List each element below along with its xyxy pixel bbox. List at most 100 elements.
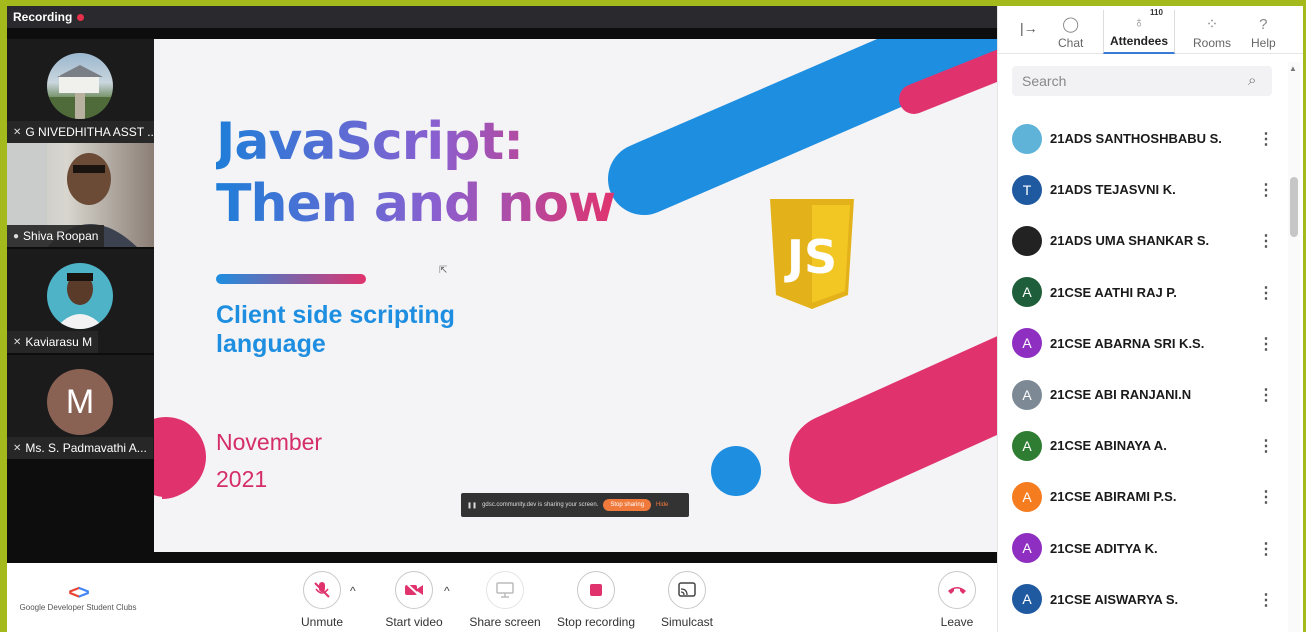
more-options-icon[interactable]: ⋮ [1258, 334, 1274, 354]
unmute-button[interactable]: Unmute [277, 571, 367, 629]
attendee-scrollbar[interactable]: ▲ [1288, 62, 1300, 632]
mic-off-icon [303, 571, 341, 609]
mic-on-icon: ● [13, 230, 20, 242]
stop-sharing-button[interactable]: Stop sharing [603, 499, 652, 511]
slide-title-line2: Then and now [216, 174, 616, 234]
tab-chat[interactable]: ◯ Chat [1058, 10, 1083, 54]
attendee-avatar: A [1012, 584, 1042, 615]
attendee-name: 21CSE ADITYA K. [1050, 540, 1158, 556]
participant-avatar [47, 263, 113, 329]
javascript-logo-text: JS [784, 230, 837, 284]
attendee-name: 21ADS TEJASVNI K. [1050, 182, 1176, 198]
attendee-row[interactable]: 21ADS SANTHOSHBABU S. ⋮ [998, 113, 1288, 164]
attendee-row[interactable]: A 21CSE AISWARYA S. ⋮ [998, 574, 1288, 625]
slide-date: November 2021 [216, 424, 322, 498]
person-icon: ♁ [1133, 14, 1145, 31]
screen-share-notice: ❚❚ gdsc.community.dev is sharing your sc… [461, 493, 689, 517]
attendee-name: 21CSE ABI RANJANI.N [1050, 387, 1192, 403]
participant-name-tag: ✕ G NIVEDHITHA ASST ... [7, 121, 155, 143]
mouse-cursor-icon: ⇱ [439, 265, 448, 276]
attendee-avatar [1012, 225, 1042, 256]
tab-help[interactable]: ? Help [1251, 10, 1276, 54]
mic-muted-icon: ✕ [13, 442, 22, 454]
participant-tile[interactable]: ✕ G NIVEDHITHA ASST ... [7, 39, 155, 143]
video-options-chevron-icon[interactable]: ^ [444, 584, 450, 598]
hide-notice-link[interactable]: Hide [656, 502, 668, 508]
attendee-row[interactable]: 21ADS UMA SHANKAR S. ⋮ [998, 215, 1288, 266]
participant-avatar [47, 53, 113, 119]
participant-name: Shiva Roopan [23, 229, 99, 243]
meeting-toolbar: <> Google Developer Student Clubs Unmute… [7, 563, 997, 632]
recording-dot-icon [77, 13, 85, 21]
stop-recording-label: Stop recording [556, 615, 636, 629]
participant-name: G NIVEDHITHA ASST ... [25, 125, 155, 139]
leave-button[interactable]: Leave [912, 571, 1002, 629]
more-options-icon[interactable]: ⋮ [1258, 231, 1274, 251]
stop-recording-button[interactable]: Stop recording [551, 571, 641, 629]
attendee-count-badge: 110 [1150, 8, 1163, 17]
slide-subtitle: Client side scripting language [216, 301, 455, 358]
hang-up-icon [938, 571, 976, 609]
share-screen-button[interactable]: Share screen [460, 571, 550, 629]
participant-name: Kaviarasu M [25, 335, 93, 349]
attendee-avatar [1012, 123, 1042, 154]
more-options-icon[interactable]: ⋮ [1258, 539, 1274, 559]
attendee-avatar: A [1012, 430, 1042, 461]
attendee-row[interactable]: A 21CSE ABIRAMI P.S. ⋮ [998, 471, 1288, 522]
participant-name-tag: ● Shiva Roopan [7, 225, 105, 247]
side-panel: |→ ◯ Chat ♁ 110 Attendees ⁘ Rooms ? Help… [997, 6, 1303, 632]
gdsc-logo-icon: <> [68, 582, 89, 604]
javascript-logo: JS [770, 199, 854, 309]
attendee-avatar: T [1012, 174, 1042, 205]
tab-rooms-label: Rooms [1193, 36, 1232, 50]
attendee-name: 21CSE ABINAYA A. [1050, 438, 1167, 454]
slide-date-month: November [216, 429, 323, 455]
tab-attendees[interactable]: ♁ 110 Attendees [1103, 8, 1175, 54]
attendee-list: 21ADS SANTHOSHBABU S. ⋮ T 21ADS TEJASVNI K.… [998, 113, 1288, 625]
attendee-name: 21CSE ABIRAMI P.S. [1050, 489, 1177, 505]
attendee-row[interactable]: A 21CSE ADITYA K. ⋮ [998, 523, 1288, 574]
video-off-icon [395, 571, 433, 609]
tab-rooms[interactable]: ⁘ Rooms [1193, 10, 1231, 54]
more-options-icon[interactable]: ⋮ [1258, 436, 1274, 456]
start-video-label: Start video [385, 615, 443, 629]
tab-help-label: Help [1251, 36, 1276, 50]
simulcast-button[interactable]: Simulcast [642, 571, 732, 629]
scroll-up-icon[interactable]: ▲ [1289, 64, 1297, 73]
attendee-row[interactable]: A 21CSE AATHI RAJ P. ⋮ [998, 267, 1288, 318]
attendee-row[interactable]: T 21ADS TEJASVNI K. ⋮ [998, 164, 1288, 215]
attendee-row[interactable]: A 21CSE ABARNA SRI K.S. ⋮ [998, 318, 1288, 369]
attendee-name: 21CSE AISWARYA S. [1050, 591, 1179, 607]
attendee-avatar: A [1012, 277, 1042, 308]
attendee-row[interactable]: A 21CSE ABI RANJANI.N ⋮ [998, 369, 1288, 420]
slide-title: JavaScript: Then and now [216, 111, 615, 235]
participant-name-tag: ✕ Kaviarasu M [7, 331, 99, 353]
panel-tabs: |→ ◯ Chat ♁ 110 Attendees ⁘ Rooms ? Help [998, 6, 1303, 54]
brand-name: Google Developer Student Clubs [19, 603, 137, 612]
attendee-name: 21CSE ABARNA SRI K.S. [1050, 335, 1205, 351]
attendee-search-input[interactable] [1012, 66, 1272, 96]
attendee-name: 21ADS SANTHOSHBABU S. [1050, 131, 1222, 147]
scrollbar-thumb[interactable] [1290, 177, 1298, 237]
mic-muted-icon: ✕ [13, 336, 22, 348]
more-options-icon[interactable]: ⋮ [1258, 487, 1274, 507]
more-options-icon[interactable]: ⋮ [1258, 385, 1274, 405]
brand-logo: <> Google Developer Student Clubs [13, 583, 143, 612]
share-notice-text: gdsc.community.dev is sharing your scree… [482, 502, 599, 508]
slide-date-year: 2021 [216, 466, 268, 492]
more-options-icon[interactable]: ⋮ [1258, 129, 1274, 149]
attendee-row[interactable]: A 21CSE ABINAYA A. ⋮ [998, 420, 1288, 471]
help-icon: ? [1259, 16, 1268, 33]
more-options-icon[interactable]: ⋮ [1258, 283, 1274, 303]
unmute-label: Unmute [300, 615, 344, 629]
pause-icon: ❚❚ [467, 502, 478, 509]
participant-tile[interactable]: ✕ Kaviarasu M [7, 249, 155, 353]
collapse-panel-icon[interactable]: |→ [1020, 20, 1038, 36]
attendee-avatar: A [1012, 533, 1042, 564]
more-options-icon[interactable]: ⋮ [1258, 590, 1274, 610]
more-options-icon[interactable]: ⋮ [1258, 180, 1274, 200]
start-video-button[interactable]: Start video [369, 571, 459, 629]
audio-options-chevron-icon[interactable]: ^ [350, 584, 356, 598]
participant-tile[interactable]: M ✕ Ms. S. Padmavathi A... [7, 355, 155, 459]
participant-tile[interactable]: ● Shiva Roopan [7, 143, 155, 247]
